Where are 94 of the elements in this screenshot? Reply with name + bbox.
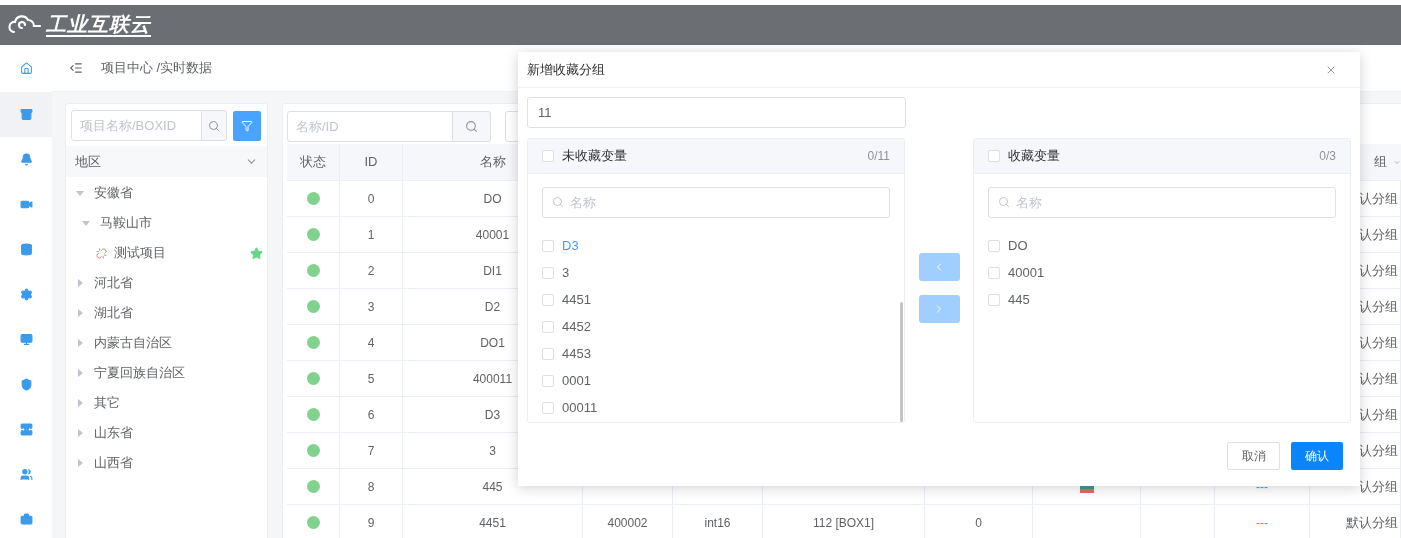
checkbox[interactable] — [988, 293, 1000, 306]
gear-icon — [19, 288, 33, 301]
video-icon — [19, 198, 33, 211]
database-icon — [19, 243, 33, 256]
selection-count: 0/3 — [1319, 148, 1336, 165]
scrollbar[interactable] — [900, 302, 903, 422]
checkbox[interactable] — [988, 150, 1000, 162]
table-cell: 4451 — [403, 505, 583, 538]
list-item[interactable]: 3 — [562, 262, 570, 283]
unlink-icon — [96, 247, 107, 259]
caret-right-icon[interactable] — [76, 429, 84, 437]
list-item[interactable]: 40001 — [1008, 262, 1045, 283]
search-button[interactable] — [453, 111, 491, 142]
shield-icon — [19, 378, 33, 391]
search-icon — [208, 119, 220, 132]
server-gear-icon — [19, 423, 33, 436]
tree-item[interactable]: 宁夏回族自治区 — [94, 363, 185, 383]
caret-right-icon[interactable] — [76, 459, 84, 467]
panel-title: 收藏变量 — [1008, 147, 1060, 166]
table-cell: 9 — [340, 505, 403, 538]
checkbox[interactable] — [542, 266, 554, 279]
selection-count: 0/11 — [867, 148, 890, 165]
checkbox[interactable] — [542, 374, 554, 387]
tree-item[interactable]: 内蒙古自治区 — [94, 333, 172, 353]
table-cell: 7 — [340, 433, 403, 469]
tree-item[interactable]: 其它 — [94, 393, 120, 413]
breadcrumb: 项目中心 /实时数据 — [101, 59, 213, 78]
column-header: ID — [340, 144, 403, 181]
table-cell: 3 — [340, 289, 403, 325]
caret-down-icon[interactable] — [82, 219, 90, 227]
region-dropdown[interactable]: 地区 — [66, 146, 267, 177]
checkbox[interactable] — [988, 239, 1000, 252]
caret-right-icon[interactable] — [76, 279, 84, 287]
caret-down-icon[interactable] — [76, 189, 84, 197]
table-cell: 8 — [340, 469, 403, 505]
tree-item[interactable]: 马鞍山市 — [100, 213, 152, 233]
list-item[interactable]: 445 — [1008, 289, 1030, 310]
cloud-logo-icon — [8, 14, 42, 36]
search-button[interactable] — [202, 110, 227, 141]
dialog-title: 新增收藏分组 — [527, 60, 605, 79]
briefcase-icon — [19, 513, 33, 526]
table-cell: 400002 — [583, 505, 673, 538]
checkbox[interactable] — [542, 293, 554, 306]
sidebar-item[interactable] — [0, 92, 52, 137]
search-icon — [552, 196, 564, 208]
tree-item[interactable]: 河北省 — [94, 273, 133, 293]
bell-icon — [19, 153, 33, 166]
column-header: 状态 — [287, 144, 340, 181]
table-cell: --- — [1215, 505, 1310, 538]
table-cell: 6 — [340, 397, 403, 433]
table-cell: 5 — [340, 361, 403, 397]
filter-icon — [241, 119, 253, 132]
table-cell: 0 — [340, 181, 403, 217]
caret-right-icon[interactable] — [76, 339, 84, 347]
users-icon — [19, 468, 33, 481]
table-cell: 1 — [340, 217, 403, 253]
checkbox[interactable] — [542, 239, 554, 252]
filter-button[interactable] — [233, 110, 261, 141]
tree-item[interactable]: 山东省 — [94, 423, 133, 443]
confirm-button[interactable]: 确认 — [1291, 442, 1343, 470]
table-cell: 0 — [925, 505, 1033, 538]
house-icon — [19, 62, 33, 75]
column-header: 组 — [1374, 153, 1387, 172]
tree-item[interactable]: 山西省 — [94, 453, 133, 473]
table-cell: int16 — [673, 505, 763, 538]
caret-right-icon[interactable] — [76, 369, 84, 377]
tree-item[interactable]: 测试项目 — [114, 243, 166, 263]
table-cell: 4 — [340, 325, 403, 361]
search-field[interactable]: 名称/ID — [287, 111, 453, 142]
table-cell: 2 — [340, 253, 403, 289]
checkbox[interactable] — [542, 320, 554, 333]
checkbox[interactable] — [542, 401, 554, 414]
search-field[interactable]: 名称 — [988, 187, 1336, 218]
monitor-icon — [19, 333, 33, 346]
checkbox[interactable] — [542, 347, 554, 360]
group-name-field[interactable]: 11 — [527, 97, 906, 128]
table-cell: 默认分组 — [1310, 505, 1401, 538]
search-icon — [998, 196, 1010, 208]
checkbox[interactable] — [542, 150, 554, 162]
logo-text: 工业互联云 — [46, 13, 151, 37]
search-field[interactable]: 名称 — [542, 187, 890, 218]
cancel-button[interactable]: 取消 — [1227, 442, 1280, 470]
tree-item[interactable]: 湖北省 — [94, 303, 133, 323]
archive-icon — [19, 108, 33, 121]
search-field[interactable]: 项目名称/BOXID — [71, 110, 202, 141]
list-item[interactable]: DO — [1008, 235, 1028, 256]
caret-right-icon[interactable] — [76, 399, 84, 407]
tree-item[interactable]: 安徽省 — [94, 183, 133, 203]
checkbox[interactable] — [988, 266, 1000, 279]
caret-right-icon[interactable] — [76, 309, 84, 317]
table-cell: 112 [BOX1] — [763, 505, 925, 538]
menu-icon[interactable] — [69, 61, 83, 75]
star-icon[interactable] — [250, 246, 263, 260]
search-icon — [465, 120, 478, 133]
